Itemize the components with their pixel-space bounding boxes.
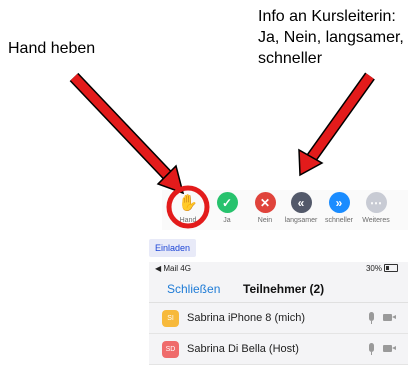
reaction-label: schneller	[324, 217, 353, 224]
battery-percent: 30%	[365, 264, 382, 273]
faster-button[interactable]: » schneller	[319, 192, 359, 224]
status-left: ◀ Mail 4G	[155, 264, 191, 273]
rewind-icon: «	[290, 192, 312, 213]
battery-icon	[384, 264, 398, 272]
annotation-feedback-info: Info an Kursleiterin: Ja, Nein, langsame…	[258, 6, 408, 69]
raise-hand-button[interactable]: ✋ Hand	[168, 192, 208, 225]
reaction-label: Weiteres	[362, 217, 390, 224]
microphone-icon	[369, 343, 374, 355]
reaction-label: langsamer	[284, 217, 318, 224]
invite-button[interactable]: Einladen	[149, 239, 196, 257]
annotation-raise-hand: Hand heben	[8, 40, 96, 57]
check-icon: ✓	[216, 192, 238, 213]
fast-forward-icon: »	[328, 192, 350, 213]
camera-icon	[383, 314, 396, 321]
annotation-line: Ja, Nein, langsamer,	[258, 29, 404, 46]
participant-row[interactable]: SD Sabrina Di Bella (Host)	[149, 334, 408, 365]
arrow-to-feedback	[298, 72, 375, 177]
arrow-to-raise-hand	[69, 72, 185, 195]
camera-icon	[383, 345, 396, 352]
yes-button[interactable]: ✓ Ja	[207, 192, 247, 224]
avatar: SD	[162, 341, 179, 358]
annotation-line: Info an Kursleiterin:	[258, 8, 396, 25]
microphone-icon	[369, 312, 374, 324]
status-bar: ◀ Mail 4G 30%	[149, 262, 408, 276]
status-right: 30%	[366, 264, 398, 273]
participant-name: Sabrina iPhone 8 (mich)	[187, 312, 306, 324]
participant-name: Sabrina Di Bella (Host)	[187, 343, 299, 355]
avatar: SI	[162, 310, 179, 327]
reaction-label: Nein	[257, 217, 273, 224]
ellipsis-icon: ⋯	[365, 192, 387, 213]
page-title: Teilnehmer (2)	[243, 282, 325, 296]
annotation-line: schneller	[258, 50, 323, 67]
reaction-label: Ja	[223, 217, 231, 224]
participant-row[interactable]: SI Sabrina iPhone 8 (mich)	[149, 303, 408, 334]
x-icon: ✕	[254, 192, 276, 213]
close-button[interactable]: Schließen	[167, 282, 220, 296]
raise-hand-icon: ✋	[178, 194, 198, 212]
more-button[interactable]: ⋯ Weiteres	[356, 192, 396, 224]
no-button[interactable]: ✕ Nein	[245, 192, 285, 224]
participants-navbar: Schließen Teilnehmer (2)	[149, 276, 408, 303]
reaction-label: Hand	[179, 217, 197, 224]
slower-button[interactable]: « langsamer	[281, 192, 321, 224]
reaction-bar: ✋ Hand ✓ Ja ✕ Nein « langsamer » schnell…	[162, 190, 408, 230]
